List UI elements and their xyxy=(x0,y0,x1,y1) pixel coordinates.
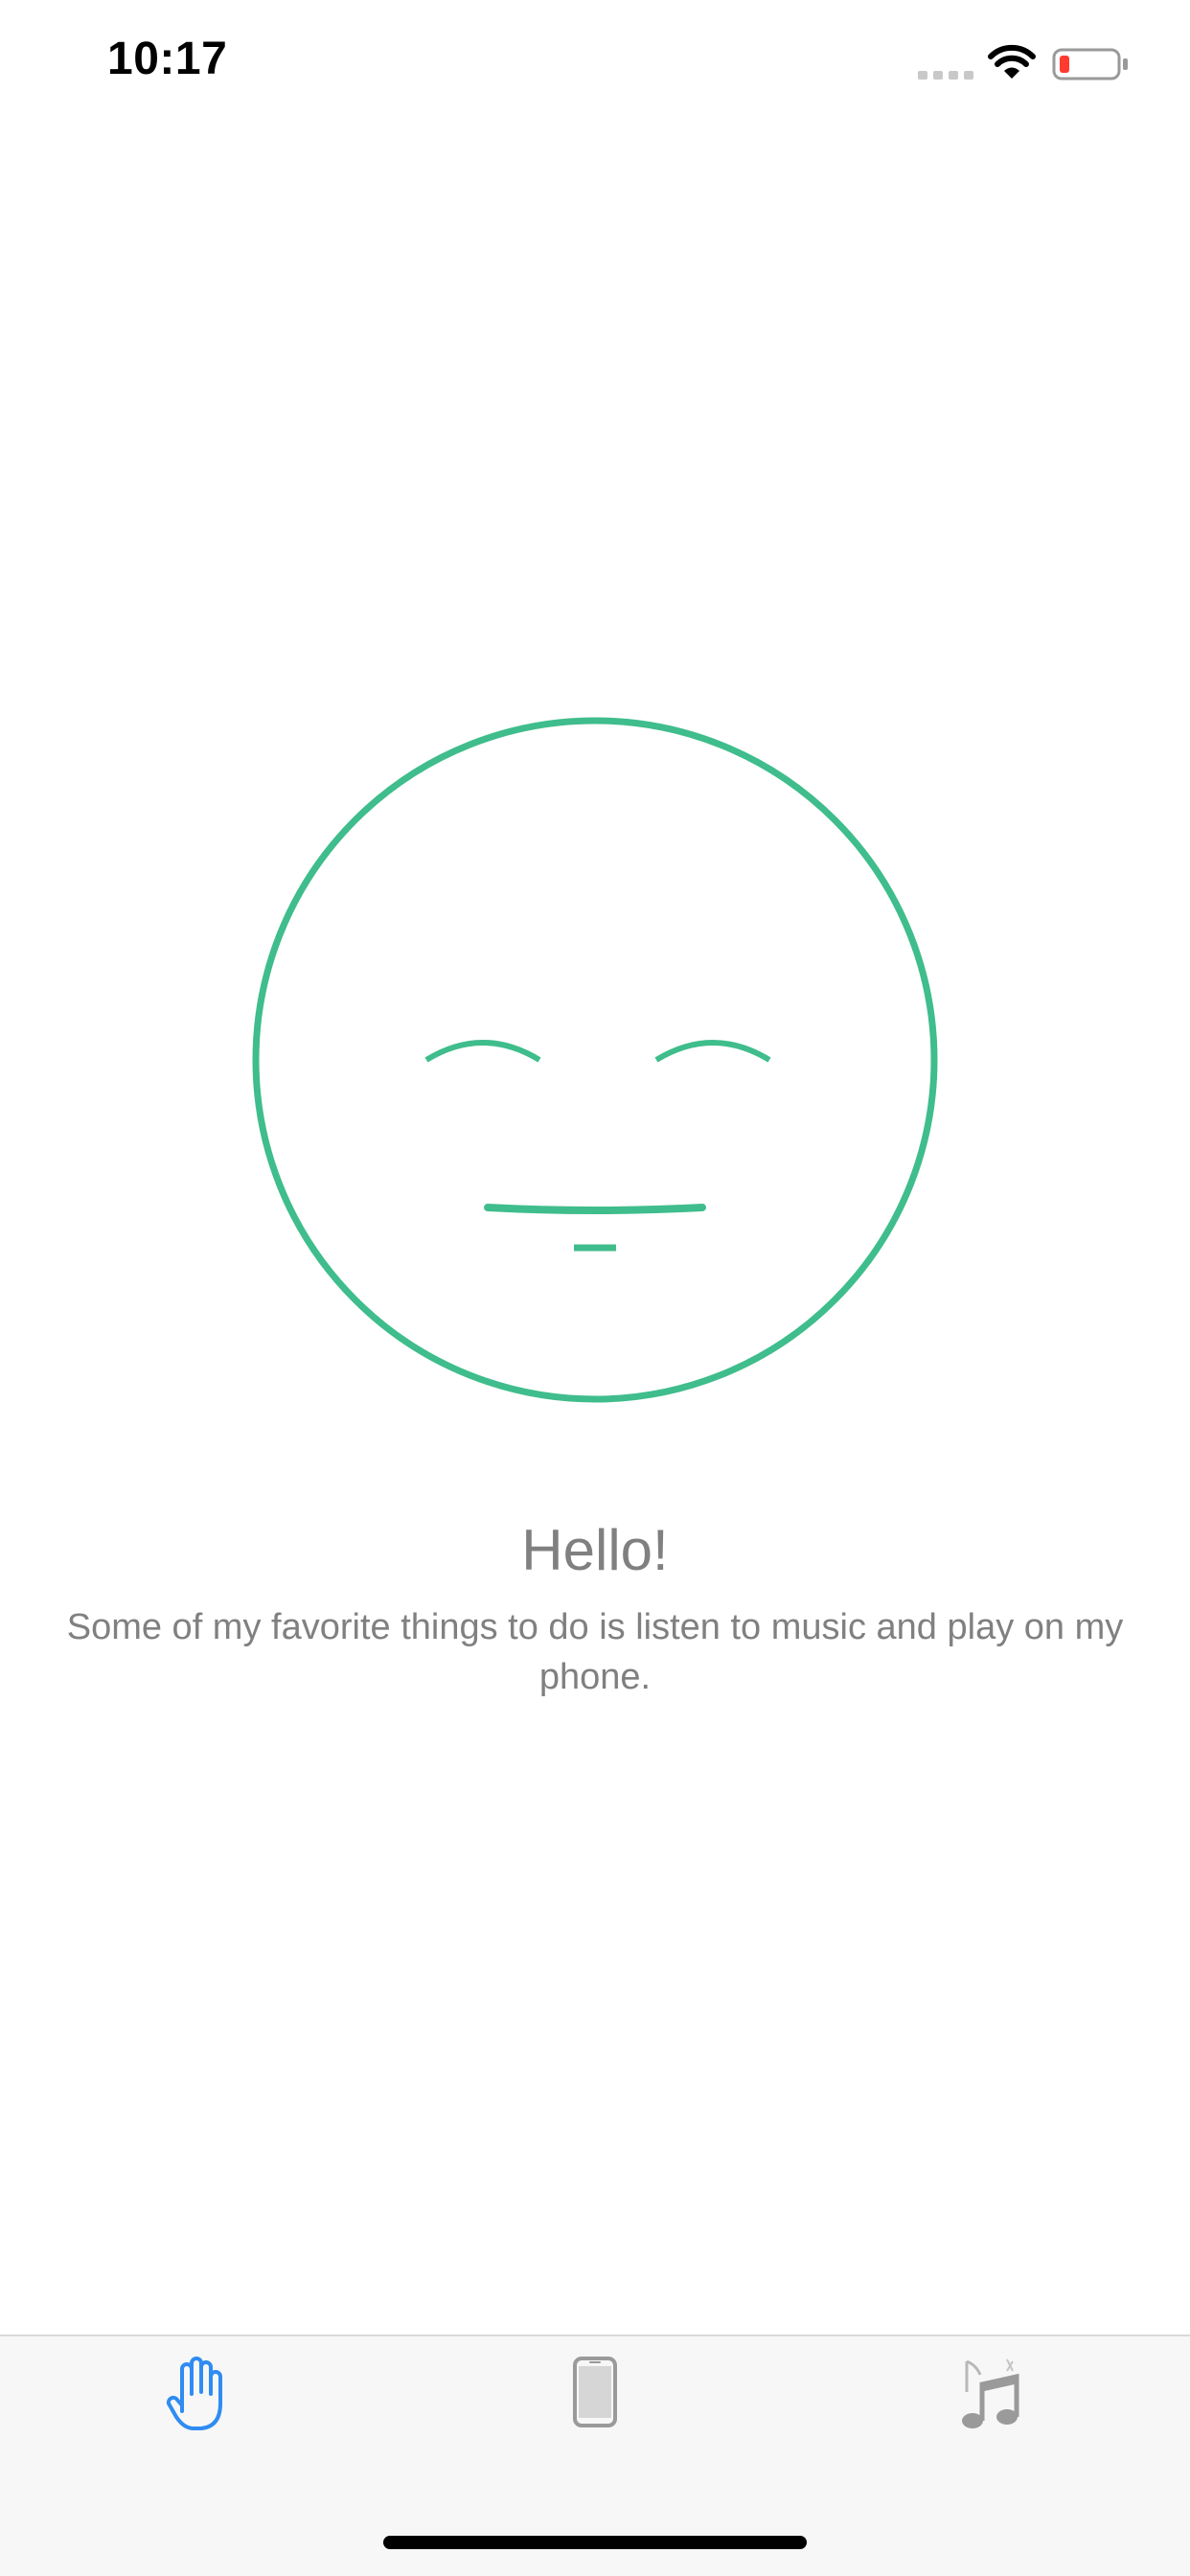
music-note-icon xyxy=(962,2358,1019,2428)
tab-hello[interactable] xyxy=(0,2356,397,2499)
tab-phone[interactable] xyxy=(397,2356,793,2499)
status-time: 10:17 xyxy=(107,34,228,84)
right-eye xyxy=(654,1040,771,1063)
app-screen: 10:17 Hello! Some of my favorite things … xyxy=(0,0,1190,2576)
tab-music[interactable] xyxy=(793,2356,1190,2499)
smiling-face-illustration xyxy=(252,717,938,1403)
greeting-description: Some of my favorite things to do is list… xyxy=(66,1607,1124,1697)
status-bar: 10:17 xyxy=(0,0,1190,126)
hand-icon xyxy=(166,2357,222,2430)
wifi-icon xyxy=(988,44,1036,79)
mouth xyxy=(484,1204,706,1214)
cellular-signal-icon xyxy=(918,71,973,80)
phone-icon xyxy=(573,2357,617,2427)
face-outline xyxy=(252,717,938,1403)
battery-icon xyxy=(1052,48,1128,80)
home-indicator xyxy=(383,2536,807,2549)
greeting-title: Hello! xyxy=(521,1518,669,1582)
left-eye xyxy=(424,1040,541,1063)
